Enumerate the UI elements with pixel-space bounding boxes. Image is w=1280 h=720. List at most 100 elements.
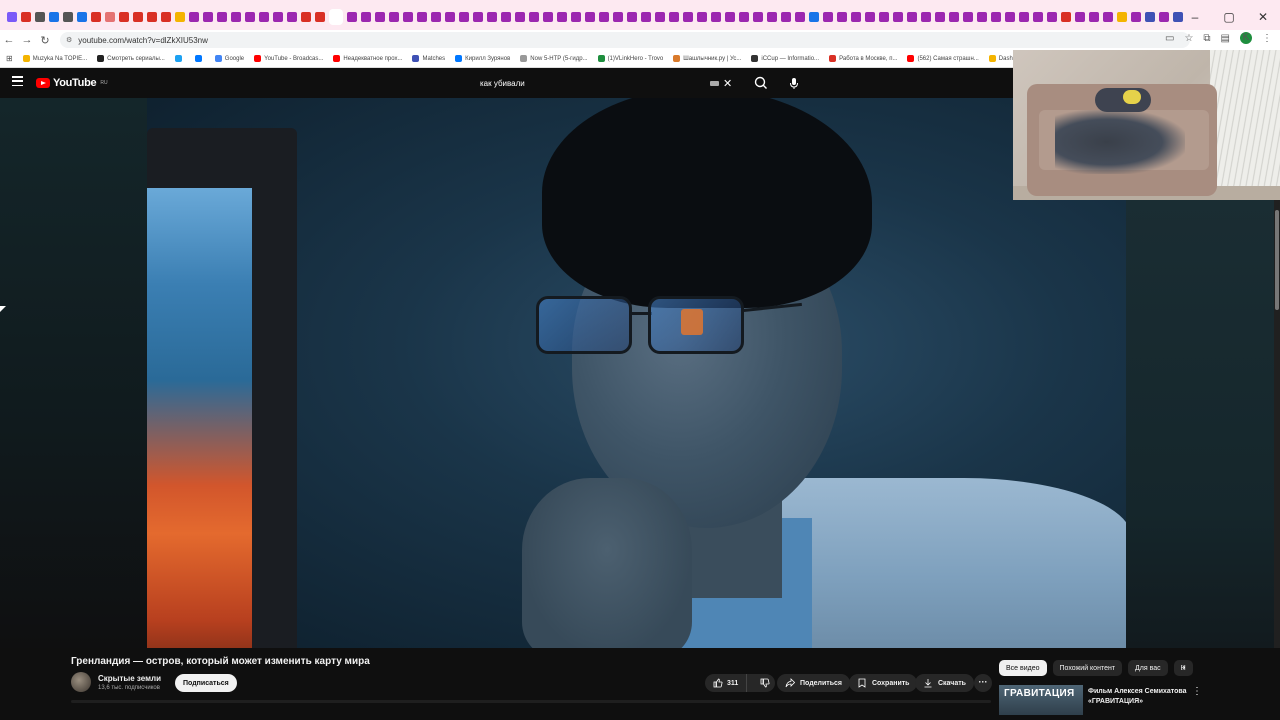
like-button[interactable]: 311 xyxy=(705,674,748,692)
bookmark-item[interactable]: Смотреть сериалы... xyxy=(97,55,165,62)
cast-icon[interactable]: ▭ xyxy=(1165,33,1174,44)
browser-tab[interactable] xyxy=(613,12,623,22)
clear-search-icon[interactable]: ✕ xyxy=(723,77,732,90)
browser-menu-icon[interactable]: ⋮ xyxy=(1262,33,1272,44)
browser-tab[interactable] xyxy=(473,12,483,22)
browser-tab[interactable] xyxy=(977,12,987,22)
browser-tab[interactable] xyxy=(119,12,129,22)
bookmark-item[interactable]: Неадекватное прох... xyxy=(333,55,402,62)
browser-tab[interactable] xyxy=(585,12,595,22)
channel-name[interactable]: Скрытые земли xyxy=(98,674,161,683)
forward-icon[interactable]: → xyxy=(18,34,36,46)
page-scrollbar[interactable] xyxy=(1274,200,1280,700)
browser-tab[interactable] xyxy=(669,12,679,22)
browser-tab[interactable] xyxy=(865,12,875,22)
browser-tab[interactable] xyxy=(921,12,931,22)
browser-tab[interactable] xyxy=(63,12,73,22)
url-text[interactable]: youtube.com/watch?v=dlZkXIU53nw xyxy=(78,36,208,45)
reload-icon[interactable]: ↻ xyxy=(36,34,54,47)
recommendation-menu-icon[interactable]: ⋮ xyxy=(1192,686,1202,697)
site-info-icon[interactable]: ⚙ xyxy=(66,36,72,44)
browser-tab[interactable] xyxy=(487,12,497,22)
browser-tab[interactable] xyxy=(627,12,637,22)
youtube-logo[interactable]: YouTube RU xyxy=(36,77,108,89)
share-button[interactable]: Поделиться xyxy=(777,674,851,692)
chip-2[interactable]: Для вас xyxy=(1128,660,1168,676)
browser-tab[interactable] xyxy=(557,12,567,22)
browser-tab[interactable] xyxy=(245,12,255,22)
microphone-icon[interactable] xyxy=(786,75,802,91)
maximize-button[interactable]: ▢ xyxy=(1212,10,1246,24)
recommendation-thumbnail[interactable]: ГРАВИТАЦИЯ xyxy=(999,685,1083,715)
browser-tab[interactable] xyxy=(963,12,973,22)
channel-avatar[interactable] xyxy=(71,672,91,692)
browser-tab[interactable] xyxy=(725,12,735,22)
omnibox[interactable]: ⚙ youtube.com/watch?v=dlZkXIU53nw xyxy=(60,32,1190,48)
browser-tab[interactable] xyxy=(35,12,45,22)
sidebar-icon[interactable]: ▤ xyxy=(1221,33,1230,44)
browser-tab[interactable] xyxy=(1117,12,1127,22)
browser-tab[interactable] xyxy=(91,12,101,22)
browser-tab[interactable] xyxy=(7,12,17,22)
browser-tab[interactable] xyxy=(217,12,227,22)
browser-tab[interactable] xyxy=(1103,12,1113,22)
browser-tab[interactable] xyxy=(837,12,847,22)
browser-tab[interactable] xyxy=(571,12,581,22)
scrollbar-thumb[interactable] xyxy=(1275,210,1279,310)
browser-tab[interactable] xyxy=(739,12,749,22)
browser-tab[interactable] xyxy=(1089,12,1099,22)
recommendation-title[interactable]: Фильм Алексея Семихатова «ГРАВИТАЦИЯ» xyxy=(1088,687,1188,707)
bookmark-item[interactable]: Dash xyxy=(988,55,1013,62)
browser-tab[interactable] xyxy=(1159,12,1169,22)
browser-tab[interactable] xyxy=(287,12,297,22)
browser-tab[interactable] xyxy=(161,12,171,22)
browser-tab[interactable] xyxy=(991,12,1001,22)
browser-tab[interactable] xyxy=(851,12,861,22)
browser-tab[interactable] xyxy=(389,12,399,22)
browser-tab[interactable] xyxy=(445,12,455,22)
browser-tab[interactable] xyxy=(879,12,889,22)
browser-tab[interactable] xyxy=(893,12,903,22)
dislike-button[interactable] xyxy=(752,674,778,692)
extensions-icon[interactable]: ⧉ xyxy=(1203,33,1210,44)
browser-tab[interactable] xyxy=(133,12,143,22)
browser-tab[interactable] xyxy=(501,12,511,22)
browser-tab[interactable] xyxy=(459,12,469,22)
bookmark-item[interactable]: YouTube - Broadcas... xyxy=(254,55,323,62)
bookmark-item[interactable]: Кирилл Зурянов xyxy=(455,55,510,62)
browser-tab[interactable] xyxy=(655,12,665,22)
search-input[interactable] xyxy=(480,79,710,88)
browser-tab[interactable] xyxy=(361,12,371,22)
browser-tab[interactable] xyxy=(599,12,609,22)
browser-tab[interactable] xyxy=(1075,12,1085,22)
browser-tab[interactable] xyxy=(809,12,819,22)
back-icon[interactable]: ← xyxy=(0,34,18,46)
bookmark-item[interactable]: Шашлычник.ру | Ус... xyxy=(673,55,741,62)
active-tab[interactable] xyxy=(329,9,343,25)
hamburger-menu-icon[interactable] xyxy=(12,76,23,86)
browser-tab[interactable] xyxy=(697,12,707,22)
browser-tab[interactable] xyxy=(1019,12,1029,22)
browser-tab[interactable] xyxy=(175,12,185,22)
profile-avatar[interactable]: K xyxy=(1240,32,1252,44)
bookmark-item[interactable]: Matches xyxy=(412,55,445,62)
chip-0[interactable]: Все видео xyxy=(999,660,1047,676)
bookmark-item[interactable]: Now 5-HTP (5-гидр... xyxy=(520,55,588,62)
browser-tab[interactable] xyxy=(105,12,115,22)
browser-tab[interactable] xyxy=(21,12,31,22)
browser-tab[interactable] xyxy=(417,12,427,22)
browser-tab[interactable] xyxy=(431,12,441,22)
bookmark-item[interactable] xyxy=(174,55,185,62)
bookmark-item[interactable]: Работа в Москве, п... xyxy=(829,55,897,62)
browser-tab[interactable] xyxy=(641,12,651,22)
browser-tab[interactable] xyxy=(515,12,525,22)
more-actions-button[interactable]: ··· xyxy=(974,674,992,692)
browser-tab[interactable] xyxy=(189,12,199,22)
browser-tab[interactable] xyxy=(823,12,833,22)
browser-tab[interactable] xyxy=(315,12,325,22)
browser-tab[interactable] xyxy=(683,12,693,22)
browser-tab[interactable] xyxy=(711,12,721,22)
bookmark-item[interactable] xyxy=(194,55,205,62)
close-window-button[interactable]: ✕ xyxy=(1246,10,1280,24)
browser-tab[interactable] xyxy=(795,12,805,22)
